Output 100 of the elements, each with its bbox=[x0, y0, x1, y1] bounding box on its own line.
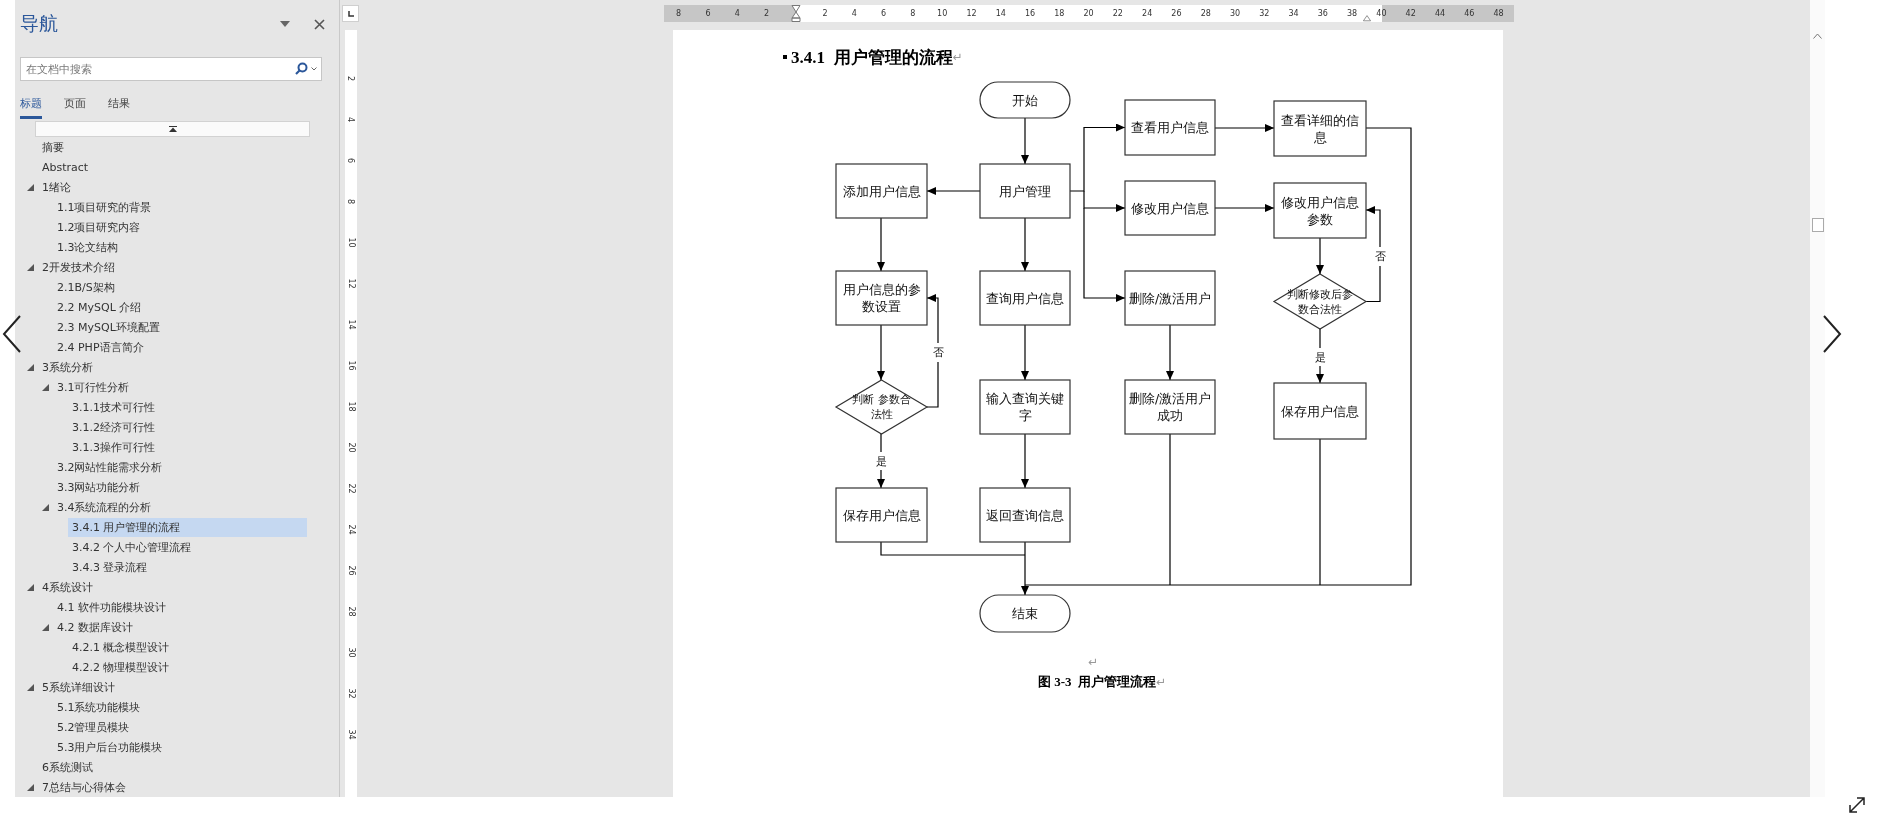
vertical-ruler[interactable]: 2 4 6 8 10 12 14 16 18 20 22 24 26 28 30 32 34 bbox=[345, 30, 357, 797]
outline-item[interactable]: 3.4.1 用户管理的流程 bbox=[68, 517, 307, 537]
collapse-triangle-icon[interactable] bbox=[27, 783, 34, 791]
outline-item[interactable]: 3.4.3 登录流程 bbox=[68, 557, 152, 577]
outline-item[interactable]: 4.2 数据库设计 bbox=[53, 617, 137, 637]
connector-arrow bbox=[1021, 217, 1029, 272]
outline-item[interactable]: 4.2.2 物理模型设计 bbox=[68, 657, 174, 677]
outline-item[interactable]: 3.2网站性能需求分析 bbox=[53, 457, 167, 477]
search-field[interactable]: 在文档中搜索 bbox=[20, 57, 322, 81]
outline-item[interactable]: 6系统测试 bbox=[38, 757, 97, 777]
outline-item[interactable]: 4.2.1 概念模型设计 bbox=[68, 637, 174, 657]
connector-arrow bbox=[1021, 433, 1029, 489]
outline-item[interactable]: 7总结与心得体会 bbox=[38, 777, 130, 797]
outline-item[interactable]: 4系统设计 bbox=[38, 577, 97, 597]
indent-marker-icon[interactable] bbox=[790, 5, 801, 22]
tab[interactable]: 页面 bbox=[64, 95, 86, 116]
close-icon[interactable] bbox=[314, 18, 325, 30]
caret-icon[interactable] bbox=[311, 67, 317, 71]
process-box: 修改用户信息 bbox=[1124, 180, 1216, 236]
ruler-number: 8 bbox=[675, 8, 683, 20]
collapse-triangle-icon[interactable] bbox=[27, 363, 34, 371]
search-icon[interactable] bbox=[295, 62, 308, 75]
horizontal-ruler[interactable]: 8 6 4 2 2 4 6 8 10 12 14 16 18 20 22 24 26 28 30 32 34 36 38 40 42 44 46 48 bbox=[664, 5, 1514, 22]
outline-item[interactable]: 3.3网站功能分析 bbox=[53, 477, 145, 497]
outline-item[interactable]: 5.3用户后台功能模块 bbox=[53, 737, 167, 757]
outline-item[interactable]: 3.4.2 个人中心管理流程 bbox=[68, 537, 196, 557]
outline-item[interactable]: 1绪论 bbox=[38, 177, 75, 197]
connector-arrow bbox=[877, 433, 885, 489]
tab[interactable]: 结果 bbox=[108, 95, 130, 116]
arrow-up-icon bbox=[168, 126, 177, 132]
ruler-number: 4 bbox=[733, 8, 741, 20]
outline-item[interactable]: 2.1B/S架构 bbox=[53, 277, 119, 297]
branch-label: 否 bbox=[1374, 250, 1386, 263]
collapse-triangle-icon[interactable] bbox=[42, 503, 49, 511]
ruler-number: 10 bbox=[346, 237, 356, 248]
process-box: 用户信息的参数设置 bbox=[835, 270, 928, 326]
expand-icon[interactable] bbox=[1848, 796, 1866, 814]
ruler-number: 18 bbox=[1053, 8, 1066, 20]
outline-item[interactable]: 3系统分析 bbox=[38, 357, 97, 377]
section-heading: 3.4.1 用户管理的流程 bbox=[791, 46, 953, 69]
process-box: 查看详细的信息 bbox=[1273, 100, 1367, 157]
tab-stop-button[interactable] bbox=[342, 5, 359, 22]
ruler-number: 32 bbox=[1258, 8, 1271, 20]
chevron-right-icon[interactable] bbox=[1822, 315, 1842, 353]
scrollbar[interactable] bbox=[1810, 0, 1825, 797]
outline-item[interactable]: 4.1 软件功能模块设计 bbox=[53, 597, 170, 617]
outline-item[interactable]: 2.2 MySQL 介绍 bbox=[53, 297, 146, 317]
outline-item[interactable]: 3.1可行性分析 bbox=[53, 377, 134, 397]
outline-item[interactable]: 2开发技术介绍 bbox=[38, 257, 119, 277]
ruler-number: 26 bbox=[1170, 8, 1183, 20]
terminal-shape: 结束 bbox=[979, 594, 1071, 633]
process-box: 输入查询关键字 bbox=[979, 379, 1071, 435]
collapse-triangle-icon[interactable] bbox=[42, 383, 49, 391]
ruler-number: 24 bbox=[1141, 8, 1154, 20]
outline-item[interactable]: 2.3 MySQL环境配置 bbox=[53, 317, 164, 337]
outline-item[interactable]: 3.1.3操作可行性 bbox=[68, 437, 159, 457]
chevron-left-icon[interactable] bbox=[2, 315, 22, 353]
collapse-triangle-icon[interactable] bbox=[27, 263, 34, 271]
ruler-number: 28 bbox=[1199, 8, 1212, 20]
ruler-number: 32 bbox=[346, 688, 356, 699]
ruler-number: 38 bbox=[1346, 8, 1359, 20]
scroll-thumb[interactable] bbox=[1812, 218, 1824, 232]
outline-item[interactable]: 1.1项目研究的背景 bbox=[53, 197, 156, 217]
ruler-number: 24 bbox=[346, 524, 356, 535]
connector-arrow bbox=[1214, 204, 1275, 212]
outline-item[interactable]: 3.1.2经济可行性 bbox=[68, 417, 159, 437]
outline-item[interactable]: 3.1.1技术可行性 bbox=[68, 397, 159, 417]
paragraph-mark: ↵ bbox=[952, 50, 963, 64]
process-box: 添加用户信息 bbox=[835, 163, 928, 219]
indent-marker-icon[interactable] bbox=[1363, 14, 1371, 22]
paragraph-mark: ↵ bbox=[1088, 655, 1099, 669]
ruler-number: 2 bbox=[821, 8, 829, 20]
ruler-number: 2 bbox=[762, 8, 771, 20]
outline-item[interactable]: 2.4 PHP语言简介 bbox=[53, 337, 148, 357]
ruler-number: 12 bbox=[346, 278, 356, 289]
outline-item[interactable]: 5.1系统功能模块 bbox=[53, 697, 145, 717]
outline-item[interactable]: 1.2项目研究内容 bbox=[53, 217, 145, 237]
arrow-up-icon[interactable] bbox=[1813, 33, 1822, 39]
process-box: 修改用户信息参数 bbox=[1273, 182, 1367, 239]
collapse-triangle-icon[interactable] bbox=[42, 623, 49, 631]
outline-item[interactable]: 3.4系统流程的分析 bbox=[53, 497, 156, 517]
process-box: 查询用户信息 bbox=[979, 270, 1071, 326]
ruler-number: 40 bbox=[1375, 8, 1388, 20]
outline-item[interactable]: 5.2管理员模块 bbox=[53, 717, 134, 737]
collapse-triangle-icon[interactable] bbox=[27, 583, 34, 591]
caret-icon[interactable] bbox=[280, 21, 290, 27]
process-box: 查看用户信息 bbox=[1124, 99, 1216, 156]
collapse-triangle-icon[interactable] bbox=[27, 683, 34, 691]
outline-item[interactable]: 1.3论文结构 bbox=[53, 237, 123, 257]
outline-item[interactable]: 摘要 bbox=[38, 137, 68, 157]
process-box: 删除/激活用户成功 bbox=[1124, 379, 1216, 435]
connector-arrow bbox=[1021, 541, 1029, 596]
connector-arrow bbox=[1021, 324, 1029, 381]
outline-item[interactable]: Abstract bbox=[38, 157, 93, 177]
ruler-number: 8 bbox=[346, 198, 356, 205]
ruler-number: 22 bbox=[346, 483, 356, 494]
outline-item[interactable]: 5系统详细设计 bbox=[38, 677, 119, 697]
collapse-triangle-icon[interactable] bbox=[27, 183, 34, 191]
connector-arrow bbox=[877, 217, 885, 272]
figure-caption: 图 3-3 用户管理流程 bbox=[1038, 673, 1157, 691]
